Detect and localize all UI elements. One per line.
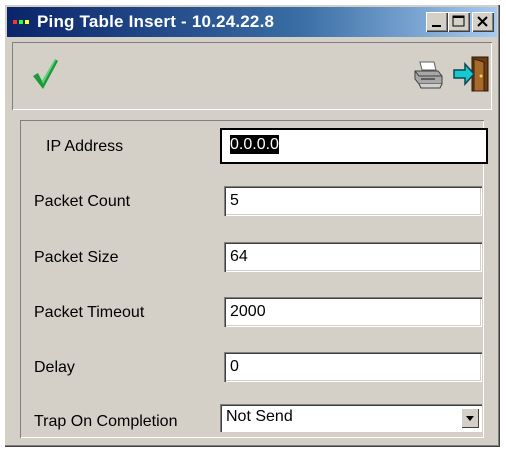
checkmark-icon[interactable] [30,56,60,92]
trap-on-completion-label: Trap On Completion [34,413,178,430]
packet-size-label: Packet Size [34,249,119,266]
app-icon [11,14,33,30]
maximize-button[interactable] [448,12,470,32]
packet-size-field[interactable]: 64 [224,242,482,272]
minimize-button[interactable] [426,12,448,32]
trap-on-completion-value: Not Send [226,408,293,425]
ping-table-insert-window: Ping Table Insert - 10.24.22.8 IP Addres… [4,4,500,447]
toolbar [12,42,492,110]
close-icon [477,16,488,27]
packet-count-field[interactable]: 5 [224,186,482,216]
dropdown-button[interactable] [461,408,479,428]
ip-address-label: IP Address [46,138,124,155]
ip-address-value: 0.0.0.0 [230,135,279,154]
packet-timeout-label: Packet Timeout [34,304,145,321]
window-title: Ping Table Insert - 10.24.22.8 [37,12,275,31]
delay-field[interactable]: 0 [224,352,482,382]
minimize-icon [432,25,441,27]
ip-address-field[interactable]: 0.0.0.0 [220,128,488,164]
packet-count-label: Packet Count [34,193,131,210]
exit-door-icon[interactable] [452,54,492,94]
trap-on-completion-select[interactable]: Not Send [220,404,482,432]
printer-icon[interactable] [412,60,444,90]
ping-form: IP Address 0.0.0.0 Packet Count 5 Packet… [20,120,488,438]
chevron-down-icon [466,416,474,421]
close-button[interactable] [472,12,494,32]
maximize-icon [452,15,465,27]
delay-label: Delay [34,359,75,376]
packet-timeout-field[interactable]: 2000 [224,297,482,327]
title-bar[interactable]: Ping Table Insert - 10.24.22.8 [7,7,497,37]
